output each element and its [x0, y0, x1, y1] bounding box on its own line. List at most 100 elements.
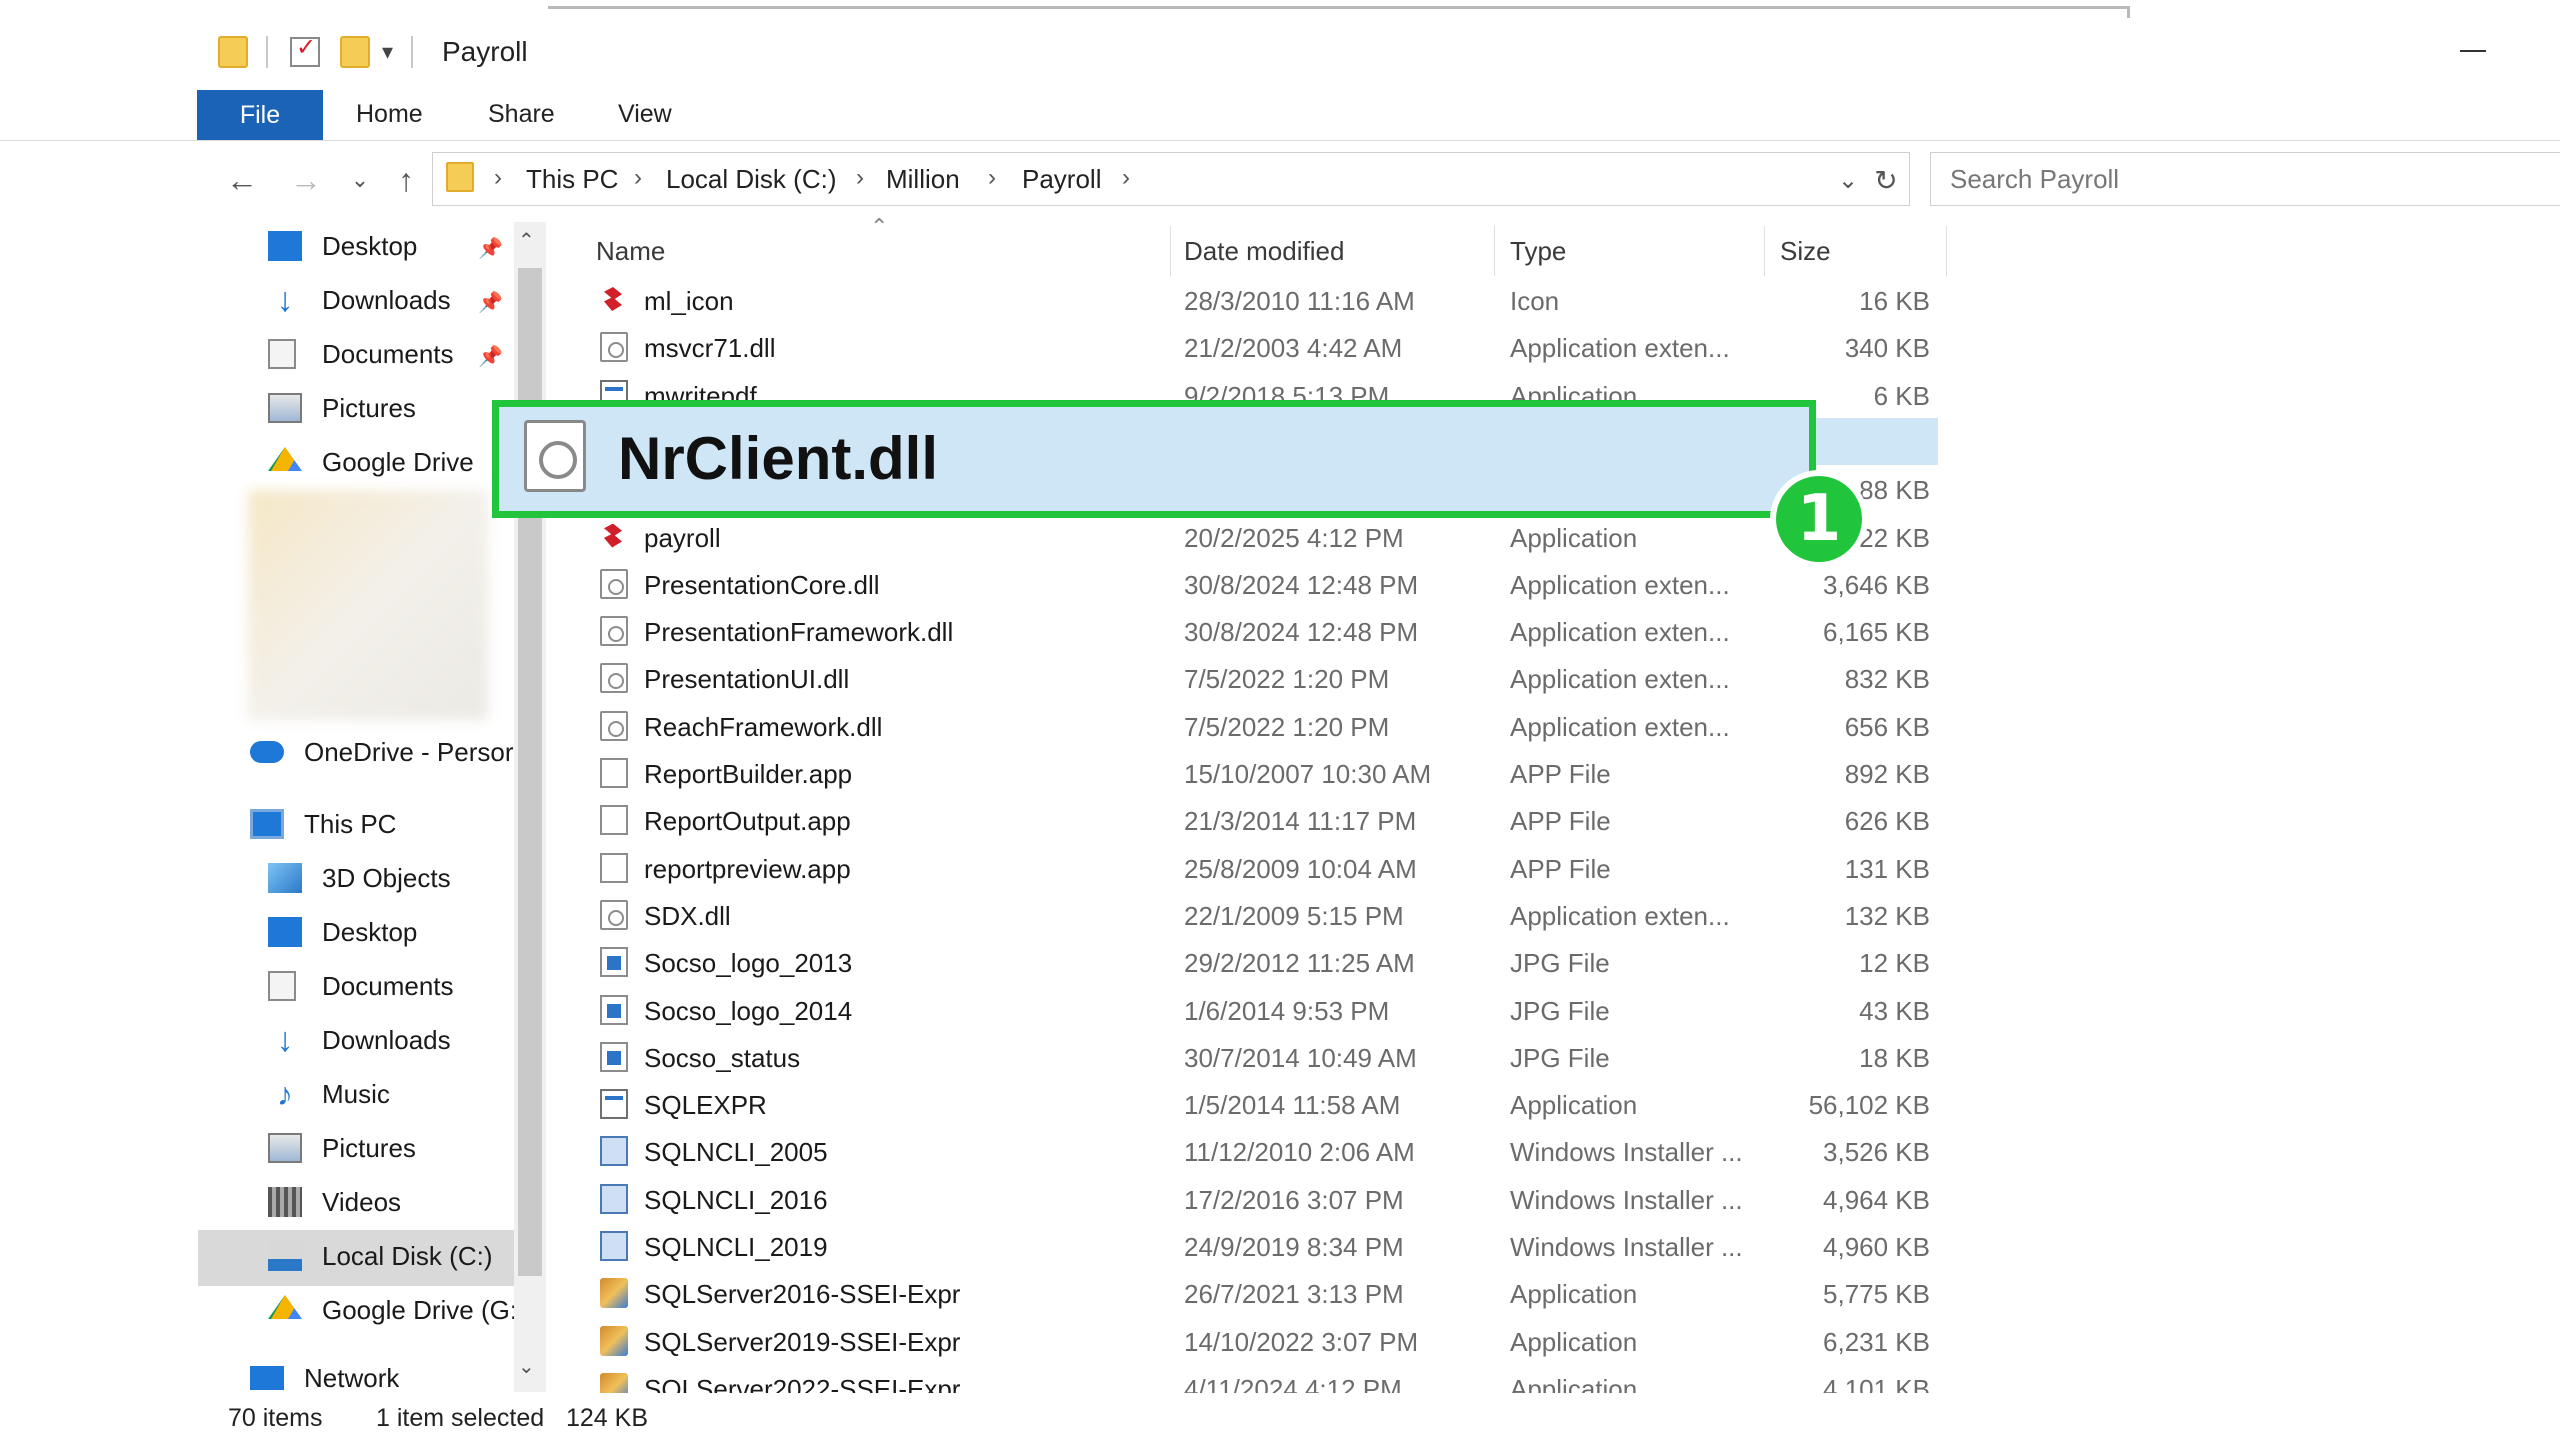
pictures-icon	[268, 393, 302, 423]
file-row[interactable]: payroll 20/2/2025 4:12 PM Application 22 KB	[590, 514, 1950, 561]
drive-icon	[268, 1241, 302, 1271]
file-row[interactable]: Socso_status 30/7/2014 10:49 AM JPG File 18…	[590, 1034, 1950, 1081]
nav-item-downloads[interactable]: ↓ Downloads	[268, 278, 451, 322]
nav-item-music[interactable]: ♪ Music	[268, 1072, 390, 1116]
back-arrow-icon[interactable]: ←	[222, 160, 262, 200]
file-name: reportpreview.app	[644, 853, 851, 884]
scroll-up-icon[interactable]: ⌃	[518, 228, 535, 253]
nav-item-pictures-pc[interactable]: Pictures	[268, 1126, 416, 1170]
breadcrumb-payroll[interactable]: Payroll	[1022, 164, 1101, 195]
nav-item-onedrive[interactable]: OneDrive - Persor	[250, 730, 514, 774]
column-header-name[interactable]: Name	[596, 236, 665, 267]
breadcrumb-this-pc[interactable]: This PC	[526, 164, 618, 195]
file-row[interactable]: PresentationUI.dll 7/5/2022 1:20 PM Applic…	[590, 655, 1950, 702]
recent-locations-chevron-icon[interactable]: ⌄	[340, 160, 380, 200]
file-row[interactable]: PresentationCore.dll 30/8/2024 12:48 PM Ap…	[590, 561, 1950, 608]
file-row[interactable]: Socso_logo_2014 1/6/2014 9:53 PM JPG File 4…	[590, 987, 1950, 1034]
tab-file[interactable]: File	[197, 90, 323, 140]
column-divider[interactable]	[1494, 226, 1495, 276]
pin-icon: 📌	[478, 346, 503, 368]
file-row[interactable]: ReportOutput.app 21/3/2014 11:17 PM APP Fi…	[590, 797, 1950, 844]
address-dropdown-chevron-icon[interactable]: ⌄	[1828, 160, 1868, 200]
column-header-type[interactable]: Type	[1510, 236, 1566, 267]
file-name: ReachFramework.dll	[644, 711, 883, 742]
file-row[interactable]: ReportBuilder.app 15/10/2007 10:30 AM APP …	[590, 750, 1950, 797]
tab-view[interactable]: View	[618, 100, 672, 129]
nav-item-local-disk[interactable]: Local Disk (C:)	[268, 1234, 492, 1278]
file-row[interactable]: Socso_logo_2013 29/2/2012 11:25 AM JPG Fil…	[590, 939, 1950, 986]
file-row[interactable]: reportpreview.app 25/8/2009 10:04 AM APP F…	[590, 845, 1950, 892]
music-icon: ♪	[277, 1076, 293, 1112]
file-size: 6 KB	[1873, 380, 1930, 411]
breadcrumb-million[interactable]: Million	[886, 164, 960, 195]
up-arrow-icon[interactable]: ↑	[386, 160, 426, 200]
3d-objects-icon	[268, 863, 302, 893]
file-row[interactable]: SQLNCLI_2005 11/12/2010 2:06 AM Windows In…	[590, 1128, 1950, 1175]
minimize-button[interactable]	[2460, 50, 2486, 52]
file-row[interactable]: SQLEXPR 1/5/2014 11:58 AM Application 56,10…	[590, 1081, 1950, 1128]
file-name: Socso_status	[644, 1042, 801, 1073]
breadcrumb-chevron-icon: ›	[988, 164, 996, 191]
file-type: Windows Installer ...	[1510, 1137, 1743, 1168]
file-row[interactable]: msvcr71.dll 21/2/2003 4:42 AM Application …	[590, 324, 1950, 371]
file-row[interactable]: SDX.dll 22/1/2009 5:15 PM Application exte…	[590, 892, 1950, 939]
google-drive-icon	[268, 1295, 302, 1319]
file-row[interactable]: SQLServer2016-SSEI-Expr 26/7/2021 3:13 PM…	[590, 1270, 1950, 1317]
customize-toolbar-icon[interactable]: ▾	[382, 39, 393, 65]
downloads-icon: ↓	[276, 281, 294, 319]
msi-icon	[600, 1183, 628, 1214]
nav-item-3d-objects[interactable]: 3D Objects	[268, 856, 451, 900]
file-type: Application exten...	[1510, 569, 1730, 600]
file-row[interactable]: SQLServer2019-SSEI-Expr 14/10/2022 3:07 P…	[590, 1318, 1950, 1365]
nav-item-videos[interactable]: Videos	[268, 1180, 401, 1224]
folder-icon	[446, 162, 474, 192]
nav-item-google-drive-g[interactable]: Google Drive (G:	[268, 1288, 517, 1332]
nav-item-documents[interactable]: Documents	[268, 332, 454, 376]
file-row[interactable]: SQLServer2022-SSEI-Expr 4/11/2024 4:12 PM…	[590, 1365, 1950, 1393]
refresh-icon[interactable]: ↻	[1866, 160, 1906, 200]
file-date: 11/12/2010 2:06 AM	[1184, 1137, 1415, 1168]
file-type: APP File	[1510, 806, 1611, 837]
file-row[interactable]: ReachFramework.dll 7/5/2022 1:20 PM Applic…	[590, 703, 1950, 750]
file-row[interactable]: SQLNCLI_2019 24/9/2019 8:34 PM Windows Ins…	[590, 1223, 1950, 1270]
file-size: 6,231 KB	[1823, 1326, 1930, 1357]
pictures-icon	[268, 1133, 302, 1163]
breadcrumb-chevron-icon: ›	[856, 164, 864, 191]
nav-item-desktop[interactable]: Desktop	[268, 224, 417, 268]
file-type: Windows Installer ...	[1510, 1232, 1743, 1262]
file-date: 1/6/2014 9:53 PM	[1184, 995, 1390, 1026]
address-bar[interactable]	[432, 152, 1910, 206]
file-row[interactable]: SQLNCLI_2016 17/2/2016 3:07 PM Windows Ins…	[590, 1176, 1950, 1223]
column-header-date[interactable]: Date modified	[1184, 236, 1344, 267]
nav-item-desktop-pc[interactable]: Desktop	[268, 910, 417, 954]
file-date: 7/5/2022 1:20 PM	[1184, 664, 1390, 695]
file-name: SQLNCLI_2005	[644, 1137, 828, 1168]
breadcrumb-local-disk[interactable]: Local Disk (C:)	[666, 164, 836, 195]
file-type: APP File	[1510, 759, 1611, 789]
nav-item-this-pc[interactable]: This PC	[250, 802, 396, 846]
file-date: 30/8/2024 12:48 PM	[1184, 617, 1419, 648]
column-divider[interactable]	[1170, 226, 1171, 276]
nav-item-downloads-pc[interactable]: ↓ Downloads	[268, 1018, 451, 1062]
nav-item-google-drive[interactable]: Google Drive	[268, 440, 474, 484]
column-divider[interactable]	[1946, 226, 1947, 276]
file-type: JPG File	[1510, 1042, 1610, 1073]
nav-item-documents-pc[interactable]: Documents	[268, 964, 454, 1008]
file-row[interactable]: PresentationFramework.dll 30/8/2024 12:48…	[590, 608, 1950, 655]
nav-label: Network	[304, 1362, 400, 1393]
properties-icon[interactable]: ✓	[290, 34, 320, 67]
forward-arrow-icon[interactable]: →	[286, 160, 326, 200]
file-name: msvcr71.dll	[644, 333, 776, 364]
scroll-down-icon[interactable]: ⌄	[518, 1354, 535, 1379]
file-date: 1/5/2014 11:58 AM	[1184, 1090, 1401, 1121]
file-row[interactable]: ml_icon 28/3/2010 11:16 AM Icon 16 KB	[590, 277, 1950, 324]
column-divider[interactable]	[1764, 226, 1765, 276]
file-type: Application exten...	[1510, 711, 1730, 742]
desktop-icon	[268, 231, 302, 261]
tab-home[interactable]: Home	[356, 100, 423, 129]
nav-item-pictures[interactable]: Pictures	[268, 386, 416, 430]
new-folder-icon[interactable]	[340, 36, 370, 68]
tab-share[interactable]: Share	[488, 100, 555, 129]
file-name: SQLServer2019-SSEI-Expr	[644, 1326, 961, 1357]
column-header-size[interactable]: Size	[1780, 236, 1831, 267]
